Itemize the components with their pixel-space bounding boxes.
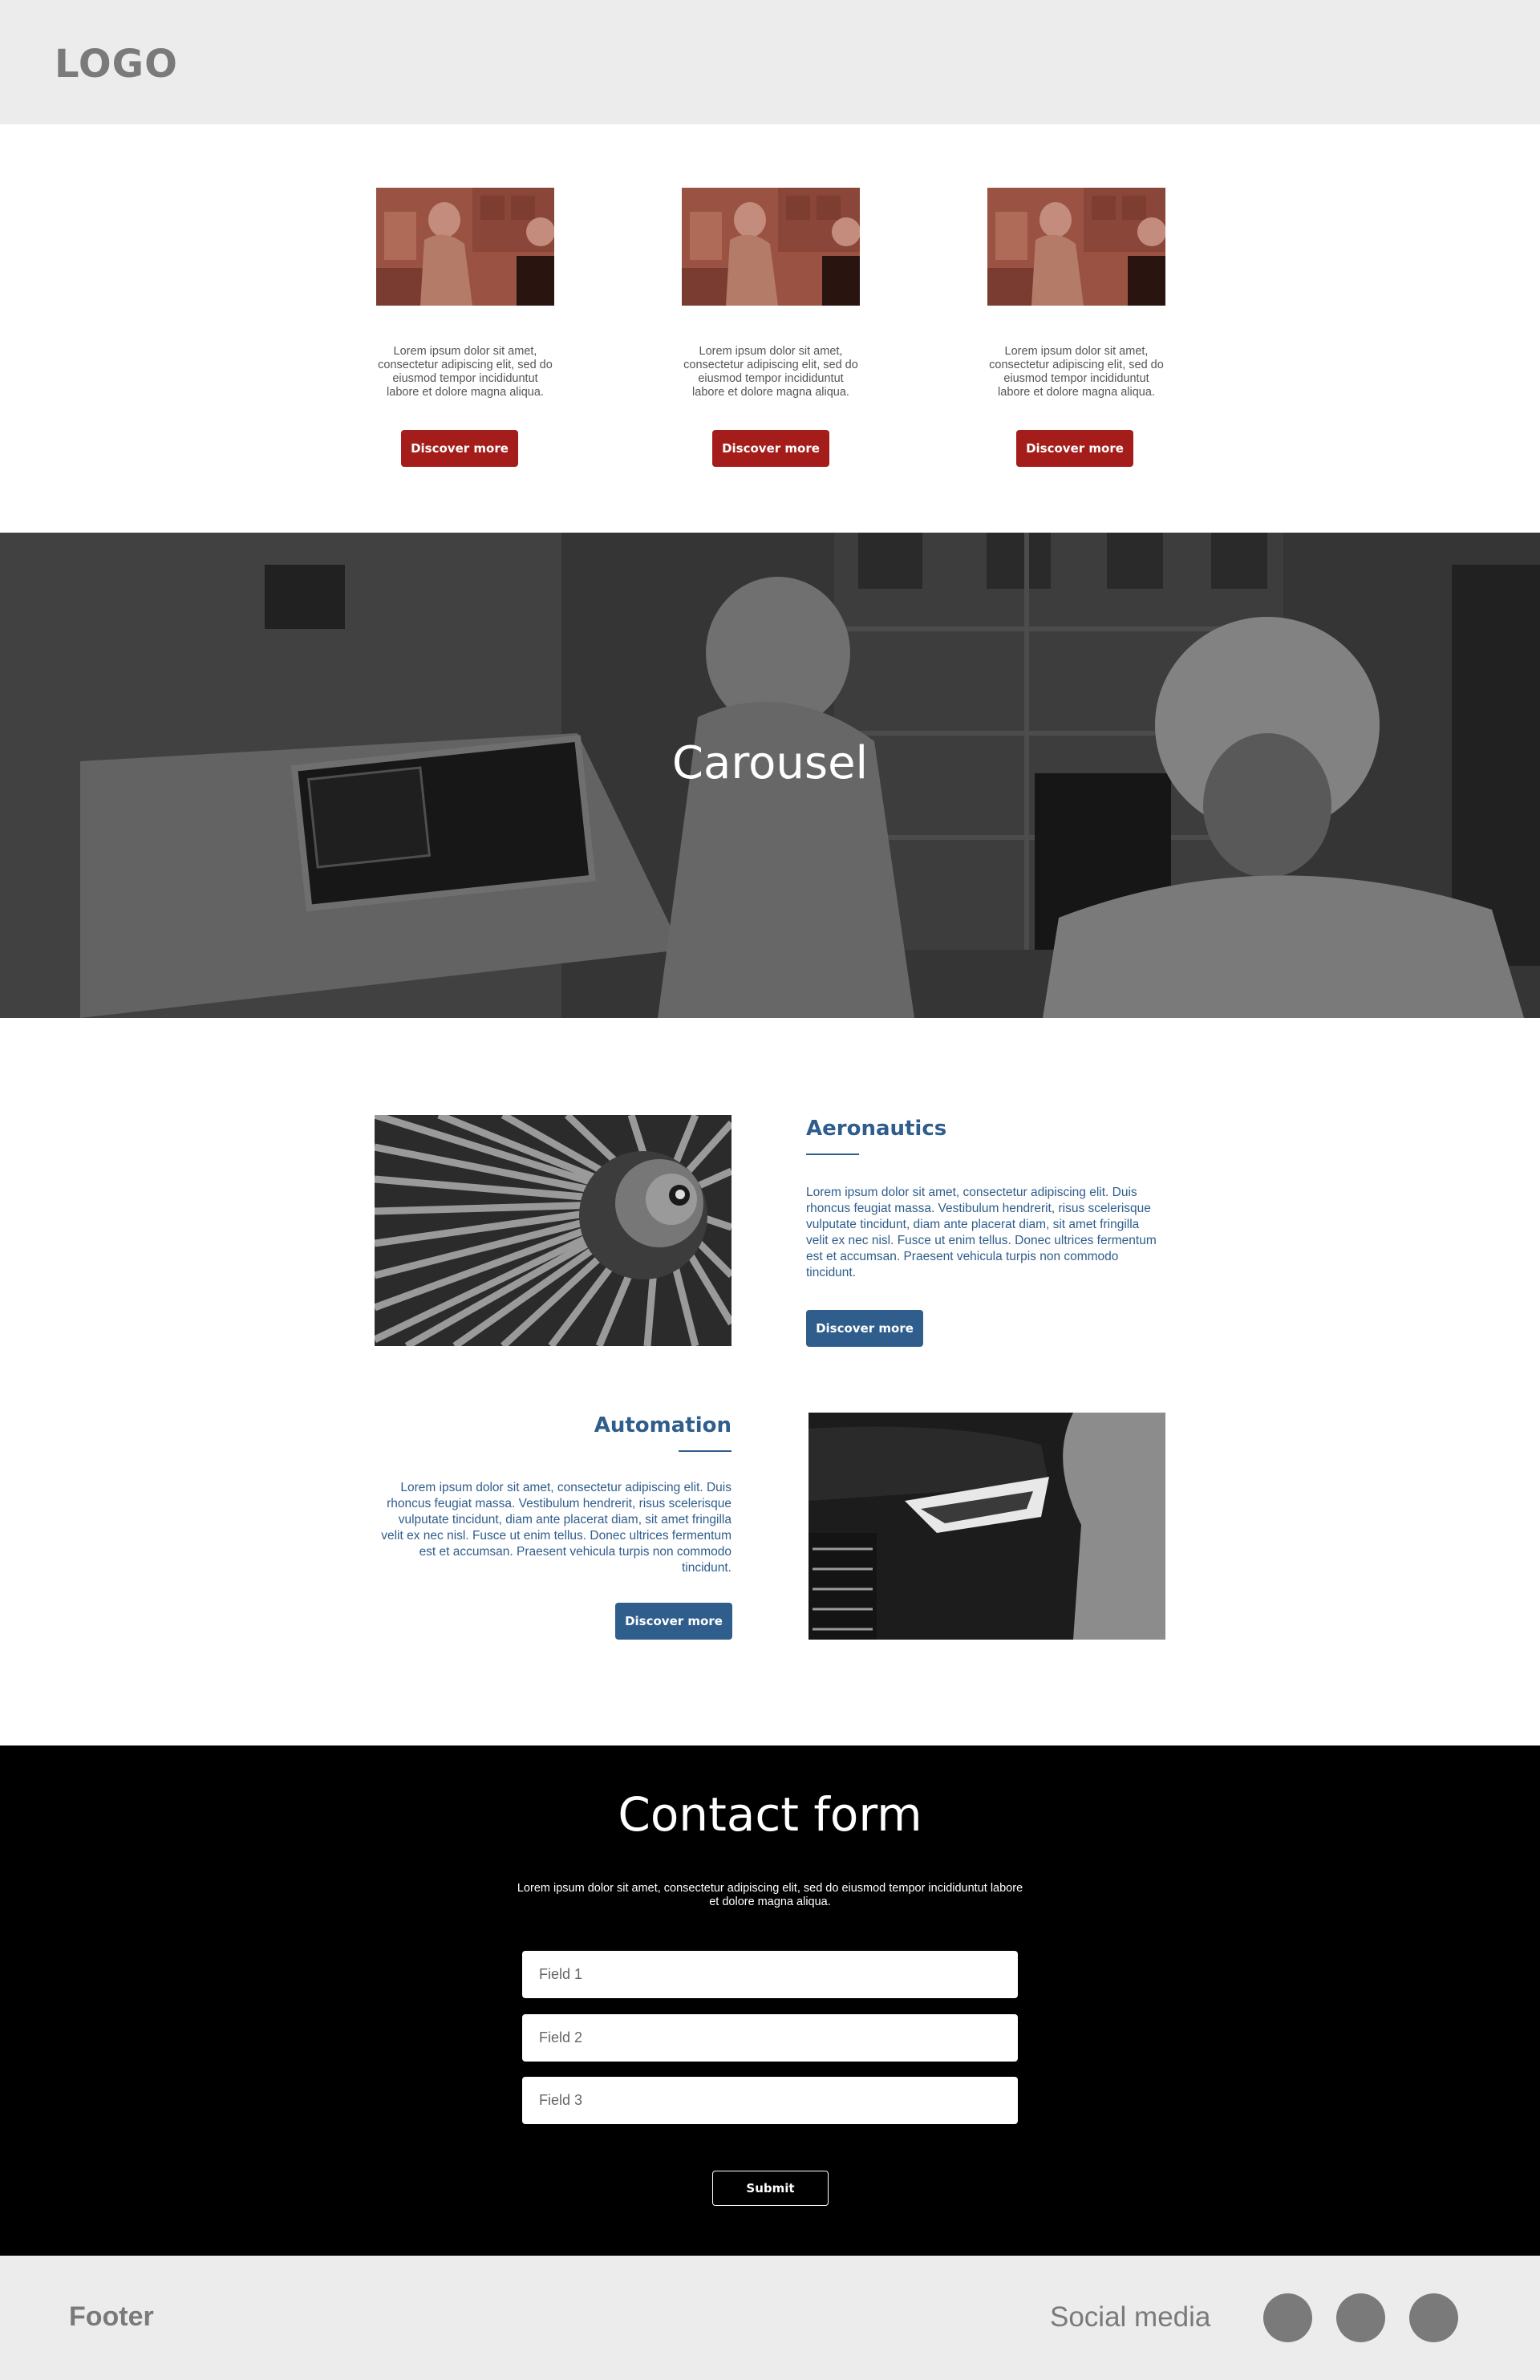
discover-more-button[interactable]: Discover more xyxy=(712,430,829,467)
automation-text: Lorem ipsum dolor sit amet, consectetur … xyxy=(381,1481,732,1575)
logo[interactable]: LOGO xyxy=(55,42,178,87)
carousel[interactable]: Carousel xyxy=(0,533,1540,1018)
discover-more-button[interactable]: Discover more xyxy=(806,1310,923,1347)
carousel-title: Carousel xyxy=(671,737,869,789)
social-media-icon[interactable] xyxy=(1336,2293,1385,2342)
site-footer: Footer Social media xyxy=(0,2256,1540,2380)
card-text: Lorem ipsum dolor sit amet, consectetur … xyxy=(378,345,553,399)
automation-image xyxy=(808,1413,1165,1640)
contact-title: Contact form xyxy=(618,1787,922,1842)
field-1-input[interactable]: Field 1 xyxy=(522,1951,1018,1998)
social-media-icon[interactable] xyxy=(1263,2293,1312,2342)
field-3-input[interactable]: Field 3 xyxy=(522,2077,1018,2124)
card-text: Lorem ipsum dolor sit amet, consectetur … xyxy=(683,345,858,399)
title-underline xyxy=(806,1154,859,1155)
automation-title: Automation xyxy=(594,1413,732,1437)
contact-section: Contact form Lorem ipsum dolor sit amet,… xyxy=(0,1745,1540,2256)
card-image xyxy=(987,188,1165,306)
contact-text: Lorem ipsum dolor sit amet, consectetur … xyxy=(517,1882,1023,1908)
field-2-input[interactable]: Field 2 xyxy=(522,2014,1018,2062)
discover-more-button[interactable]: Discover more xyxy=(1016,430,1133,467)
submit-button[interactable]: Submit xyxy=(712,2171,829,2206)
discover-more-button[interactable]: Discover more xyxy=(615,1603,732,1640)
card-text: Lorem ipsum dolor sit amet, consectetur … xyxy=(989,345,1164,399)
card-image xyxy=(376,188,554,306)
card-image xyxy=(682,188,860,306)
social-media-label: Social media xyxy=(1050,2301,1211,2333)
discover-more-button[interactable]: Discover more xyxy=(401,430,518,467)
site-header: LOGO xyxy=(0,0,1540,124)
aeronautics-image xyxy=(375,1115,732,1346)
title-underline xyxy=(679,1450,732,1452)
aeronautics-title: Aeronautics xyxy=(806,1117,947,1141)
social-media-icon[interactable] xyxy=(1409,2293,1458,2342)
aeronautics-text: Lorem ipsum dolor sit amet, consectetur … xyxy=(806,1186,1157,1279)
footer-label: Footer xyxy=(69,2301,154,2332)
